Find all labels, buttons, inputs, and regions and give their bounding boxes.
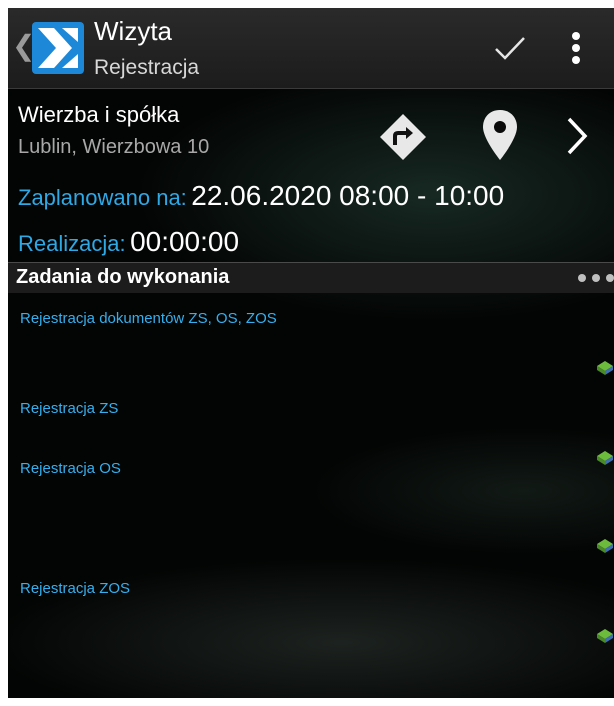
realization-row: Realizacja: 00:00:00	[18, 226, 239, 258]
check-icon[interactable]	[490, 28, 530, 68]
customer-address: Lublin, Wierzbowa 10	[18, 136, 210, 158]
task-item[interactable]: Rejestracja dokumentów ZS, OS, ZOS	[20, 310, 277, 327]
app-logo-icon[interactable]	[32, 22, 84, 74]
screen-title: Wizyta	[94, 16, 172, 46]
realization-label: Realizacja:	[18, 231, 126, 256]
map-pin-icon[interactable]	[480, 108, 520, 162]
task-status-icon	[597, 629, 613, 643]
realization-value: 00:00:00	[130, 226, 240, 257]
page-indicator[interactable]	[574, 274, 614, 284]
page-dot	[578, 274, 586, 282]
action-bar: ❮ Wizyta Rejestracja	[8, 8, 614, 89]
planned-value: 22.06.2020 08:00 - 10:00	[191, 180, 505, 211]
directions-icon[interactable]	[378, 112, 428, 162]
more-vertical-icon[interactable]	[564, 26, 588, 70]
page-dot	[606, 274, 614, 282]
visit-screen: ❮ Wizyta Rejestracja Wierzba i spółka Lu…	[8, 8, 614, 698]
customer-name: Wierzba i spółka	[18, 102, 180, 127]
task-status-icon	[597, 539, 613, 553]
screen-subtitle: Rejestracja	[94, 56, 200, 79]
chevron-right-icon[interactable]	[564, 116, 590, 156]
task-item[interactable]: Rejestracja OS	[20, 460, 121, 477]
planned-row: Zaplanowano na: 22.06.2020 08:00 - 10:00	[18, 180, 504, 212]
planned-label: Zaplanowano na:	[18, 185, 187, 210]
task-status-icon	[597, 451, 613, 465]
task-item[interactable]: Rejestracja ZS	[20, 400, 118, 417]
tasks-section-title: Zadania do wykonania	[16, 266, 230, 288]
task-status-icon	[597, 361, 613, 375]
page-dot	[592, 274, 600, 282]
tasks-section-header: Zadania do wykonania	[8, 262, 614, 293]
task-item[interactable]: Rejestracja ZOS	[20, 580, 130, 597]
